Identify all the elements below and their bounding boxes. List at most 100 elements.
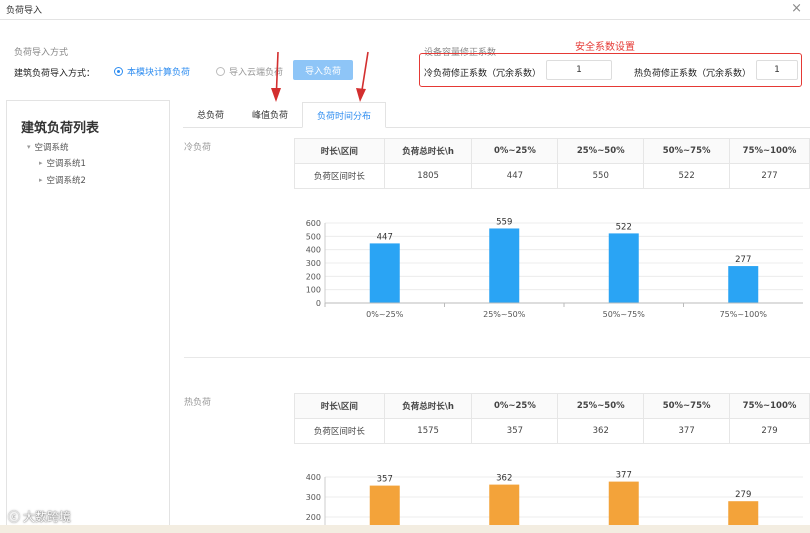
data-label: 559	[496, 217, 512, 227]
heat-load-bar-chart: 200 300 400 357 362 377 279	[306, 471, 803, 525]
table-cell: 522	[643, 163, 731, 189]
chart-bar	[489, 484, 520, 525]
table-cell: 0%~25%	[471, 393, 559, 419]
y-tick-label: 100	[306, 286, 321, 295]
table-cell: 负荷总时长\h	[383, 393, 473, 419]
watermark-logo-icon: ⓒ	[8, 510, 21, 524]
heat-load-table: 时长\区间 负荷总时长\h 0%~25% 25%~50% 50%~75% 75%…	[294, 393, 810, 444]
cold-load-bar-chart: 0 100 200 300 400 500 600 447 0%~25% 559 25%~50% 52…	[306, 217, 803, 319]
tree-node-label: 空调系统1	[46, 159, 86, 169]
window-title: 负荷导入	[6, 6, 43, 16]
table-row: 负荷区间时长 1805 447 550 522 277	[294, 163, 810, 189]
y-tick-label: 500	[306, 232, 321, 241]
cold-coef-label: 冷负荷修正系数（冗余系数）	[424, 69, 542, 79]
chart-bar	[369, 243, 400, 303]
table-cell: 时长\区间	[294, 393, 385, 419]
caret-right-icon: ▸	[39, 176, 43, 184]
data-label: 377	[616, 471, 632, 481]
tab-load-time-distribution[interactable]: 负荷时间分布	[302, 102, 387, 128]
y-tick-label: 400	[306, 246, 321, 255]
data-label: 522	[616, 222, 632, 232]
caret-right-icon: ▸	[39, 159, 43, 167]
tree-node-child-1[interactable]: ▸ 空调系统1	[39, 157, 86, 169]
table-header-row: 时长\区间 负荷总时长\h 0%~25% 25%~50% 50%~75% 75%…	[294, 393, 810, 419]
y-tick-label: 400	[306, 473, 321, 482]
x-tick-label: 50%~75%	[603, 310, 646, 319]
table-cell: 时长\区间	[294, 138, 385, 164]
table-cell: 75%~100%	[729, 138, 810, 164]
radio-dot	[114, 67, 123, 76]
tree-node-child-2[interactable]: ▸ 空调系统2	[39, 174, 86, 186]
data-label: 277	[735, 255, 751, 265]
red-arrow-icon	[356, 51, 369, 102]
heat-coef-input[interactable]: 1	[756, 60, 798, 80]
table-cell: 负荷总时长\h	[383, 138, 473, 164]
x-tick-label: 75%~100%	[720, 310, 768, 319]
bottom-strip	[0, 525, 810, 533]
coef-title: 安全系数设置	[575, 42, 635, 53]
building-load-list-title: 建筑负荷列表	[21, 121, 100, 136]
cold-load-table: 时长\区间 负荷总时长\h 0%~25% 25%~50% 50%~75% 75%…	[294, 138, 810, 189]
cold-load-label: 冷负荷	[184, 143, 212, 153]
section-divider	[184, 357, 810, 358]
table-cell: 25%~50%	[557, 138, 645, 164]
chart-bar	[608, 233, 639, 303]
table-cell: 0%~25%	[471, 138, 559, 164]
tree-node-label: 空调系统	[34, 143, 69, 153]
building-load-list-panel: 建筑负荷列表 ▾ 空调系统 ▸ 空调系统1 ▸ 空调系统2	[6, 100, 170, 533]
caret-down-icon: ▾	[27, 143, 31, 151]
table-cell: 377	[643, 418, 731, 444]
heat-load-label: 热负荷	[184, 398, 212, 408]
table-cell: 负荷区间时长	[294, 163, 385, 189]
radio-local-label: 本模块计算负荷	[127, 68, 191, 78]
table-cell: 447	[471, 163, 559, 189]
y-tick-label: 300	[306, 493, 321, 502]
data-label: 357	[377, 475, 393, 485]
window-titlebar: 负荷导入 ×	[0, 0, 810, 20]
y-tick-label: 200	[306, 272, 321, 281]
table-cell: 50%~75%	[643, 393, 731, 419]
tab-peak-load[interactable]: 峰值负荷	[238, 102, 303, 128]
tab-total-load[interactable]: 总负荷	[183, 102, 239, 128]
data-label: 447	[377, 232, 393, 242]
watermark: ⓒ 大数跨境	[8, 508, 71, 525]
table-cell: 50%~75%	[643, 138, 731, 164]
import-load-button[interactable]: 导入负荷	[293, 60, 353, 80]
tree-node-root[interactable]: ▾ 空调系统	[27, 141, 69, 153]
red-arrow-icon	[271, 51, 281, 102]
chart-bar	[728, 501, 759, 525]
table-row: 负荷区间时长 1575 357 362 377 279	[294, 418, 810, 444]
radio-local-calc[interactable]: 本模块计算负荷	[114, 65, 190, 78]
tree-node-label: 空调系统2	[46, 176, 86, 186]
tab-bar: 总负荷 峰值负荷 负荷时间分布	[183, 102, 387, 128]
table-cell: 362	[557, 418, 645, 444]
table-cell: 357	[471, 418, 559, 444]
y-tick-label: 600	[306, 219, 321, 228]
y-tick-label: 200	[306, 513, 321, 522]
table-cell: 75%~100%	[729, 393, 810, 419]
table-cell: 277	[729, 163, 810, 189]
table-cell: 1805	[383, 163, 473, 189]
watermark-text: 大数跨境	[23, 510, 72, 524]
table-cell: 279	[729, 418, 810, 444]
cold-coef-input[interactable]: 1	[546, 60, 612, 80]
chart-bar	[728, 266, 759, 303]
import-section-label: 负荷导入方式	[14, 48, 69, 58]
chart-bar	[489, 228, 520, 303]
radio-dot	[216, 67, 225, 76]
table-cell: 1575	[383, 418, 473, 444]
x-tick-label: 25%~50%	[483, 310, 526, 319]
chart-bar	[608, 481, 639, 525]
data-label: 362	[496, 474, 512, 484]
close-icon[interactable]: ×	[791, 1, 802, 17]
table-cell: 25%~50%	[557, 393, 645, 419]
import-method-label: 建筑负荷导入方式：	[14, 69, 96, 79]
chart-bar	[369, 485, 400, 525]
x-tick-label: 0%~25%	[366, 310, 404, 319]
table-cell: 550	[557, 163, 645, 189]
heat-coef-label: 热负荷修正系数（冗余系数）	[634, 69, 752, 79]
data-label: 279	[735, 490, 751, 500]
y-tick-label: 0	[316, 299, 321, 308]
y-tick-label: 300	[306, 259, 321, 268]
table-header-row: 时长\区间 负荷总时长\h 0%~25% 25%~50% 50%~75% 75%…	[294, 138, 810, 164]
